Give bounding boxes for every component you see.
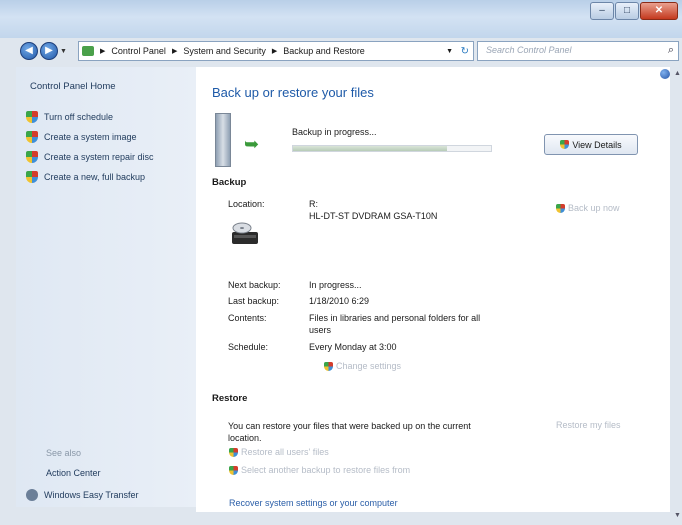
- forward-button[interactable]: ▶: [40, 42, 58, 60]
- change-settings-link[interactable]: Change settings: [324, 361, 401, 371]
- windows-easy-transfer-link[interactable]: Windows Easy Transfer: [26, 489, 139, 501]
- shield-icon: [324, 361, 333, 371]
- last-backup-label: Last backup:: [228, 296, 280, 306]
- restore-all-users-link[interactable]: Restore all users' files: [229, 447, 329, 457]
- backup-arrow-icon: ➥: [244, 134, 260, 154]
- nav-buttons: ◀ ▶ ▼: [20, 41, 71, 61]
- restore-message: You can restore your files that were bac…: [228, 420, 528, 444]
- refresh-icon[interactable]: ↻: [461, 46, 469, 57]
- back-button[interactable]: ◀: [20, 42, 38, 60]
- page-title: Back up or restore your files: [212, 85, 374, 100]
- select-other-backup-link[interactable]: Select another backup to restore files f…: [229, 465, 410, 475]
- progress-bar-fill: [293, 146, 448, 151]
- restore-section-heading: Restore: [212, 393, 248, 404]
- breadcrumb-system-security[interactable]: System and Security: [183, 46, 266, 56]
- shield-icon: [229, 465, 238, 475]
- restore-message-line1: You can restore your files that were bac…: [228, 421, 471, 431]
- chevron-right-icon[interactable]: ▶: [272, 47, 277, 55]
- backup-progress-label: Backup in progress...: [292, 127, 377, 137]
- dvd-drive-icon: [232, 222, 258, 244]
- control-panel-icon: [82, 46, 94, 56]
- see-also-heading: See also: [46, 448, 82, 458]
- create-full-backup-link[interactable]: Create a new, full backup: [26, 171, 145, 183]
- shield-icon: [560, 140, 570, 149]
- minimize-button[interactable]: –: [590, 2, 614, 20]
- contents-value-line2: users: [309, 325, 332, 335]
- create-repair-disc-link[interactable]: Create a system repair disc: [26, 151, 154, 163]
- shield-icon: [26, 111, 38, 123]
- location-device: HL-DT-ST DVDRAM GSA-T10N: [309, 211, 438, 221]
- back-up-now-button[interactable]: Back up now: [556, 203, 620, 213]
- address-bar[interactable]: ▶ Control Panel ▶ System and Security ▶ …: [78, 41, 474, 61]
- restore-my-files-button[interactable]: Restore my files: [556, 420, 621, 430]
- location-drive: R:: [309, 199, 318, 209]
- location-label: Location:: [228, 199, 265, 209]
- chevron-right-icon[interactable]: ▶: [172, 47, 177, 55]
- search-placeholder: Search Control Panel: [486, 45, 572, 55]
- restore-all-users-label: Restore all users' files: [241, 447, 329, 457]
- shield-icon: [26, 171, 38, 183]
- recover-settings-link[interactable]: Recover system settings or your computer: [229, 498, 398, 508]
- search-icon[interactable]: ⌕: [668, 44, 674, 57]
- close-button[interactable]: ✕: [640, 2, 678, 20]
- title-bar: – □ ✕: [0, 0, 682, 38]
- schedule-label: Schedule:: [228, 342, 269, 352]
- contents-value-line1: Files in libraries and personal folders …: [309, 313, 481, 323]
- easy-transfer-icon: [26, 489, 38, 501]
- contents-label: Contents:: [228, 313, 267, 323]
- task-label: Turn off schedule: [44, 112, 114, 122]
- task-label: Create a new, full backup: [44, 172, 146, 182]
- shield-icon: [26, 131, 38, 143]
- breadcrumb-control-panel[interactable]: Control Panel: [111, 46, 166, 56]
- help-icon[interactable]: [660, 69, 670, 79]
- task-label: Create a system repair disc: [44, 152, 154, 162]
- backup-media-icon: [215, 113, 231, 167]
- backup-section-heading: Backup: [212, 177, 247, 188]
- restore-message-line2: location.: [228, 433, 262, 443]
- scroll-down-icon[interactable]: ▼: [674, 512, 681, 519]
- schedule-value: Every Monday at 3:00: [309, 342, 397, 352]
- next-backup-value: In progress...: [309, 280, 362, 290]
- task-label: Create a system image: [44, 132, 137, 142]
- action-center-link[interactable]: Action Center: [46, 468, 101, 478]
- window-controls: – □ ✕: [590, 2, 678, 20]
- change-settings-label: Change settings: [336, 361, 402, 371]
- breadcrumb-backup-restore[interactable]: Backup and Restore: [283, 46, 365, 56]
- address-dropdown-icon[interactable]: ▼: [446, 48, 453, 55]
- shield-icon: [229, 447, 238, 457]
- next-backup-label: Next backup:: [228, 280, 281, 290]
- recent-pages-dropdown-icon[interactable]: ▼: [60, 48, 67, 55]
- easy-transfer-label: Windows Easy Transfer: [44, 490, 139, 500]
- back-up-now-label: Back up now: [568, 203, 620, 213]
- select-other-backup-label: Select another backup to restore files f…: [241, 465, 411, 475]
- last-backup-value: 1/18/2010 6:29: [309, 296, 370, 306]
- view-details-label: View Details: [572, 139, 622, 150]
- backup-progress-bar: [292, 145, 492, 152]
- scroll-up-icon[interactable]: ▲: [674, 70, 681, 77]
- create-system-image-link[interactable]: Create a system image: [26, 131, 137, 143]
- search-input[interactable]: Search Control Panel ⌕: [477, 41, 679, 61]
- turn-off-schedule-link[interactable]: Turn off schedule: [26, 111, 113, 123]
- view-details-button[interactable]: View Details: [544, 134, 638, 155]
- control-panel-home-link[interactable]: Control Panel Home: [30, 81, 116, 92]
- chevron-right-icon[interactable]: ▶: [100, 47, 105, 55]
- maximize-button[interactable]: □: [615, 2, 639, 20]
- shield-icon: [26, 151, 38, 163]
- shield-icon: [556, 203, 565, 213]
